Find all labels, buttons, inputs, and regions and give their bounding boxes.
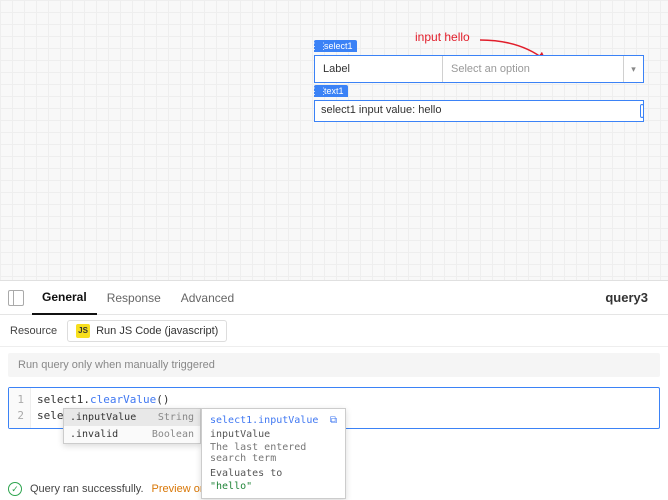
copy-icon[interactable]: ⧉	[330, 415, 337, 426]
doc-popover: select1.inputValue ⧉ inputValue The last…	[201, 408, 346, 499]
resize-handle[interactable]	[640, 104, 644, 118]
doc-type: inputValue	[210, 429, 337, 440]
select1-label: Label	[315, 56, 443, 82]
tab-response[interactable]: Response	[97, 281, 171, 315]
autocomplete-item[interactable]: .inputValue String	[64, 409, 200, 426]
tab-advanced[interactable]: Advanced	[171, 281, 244, 315]
drag-handle-icon: ⋮⋮	[316, 88, 322, 94]
panel-tabs: General Response Advanced query3	[0, 281, 668, 315]
component-tag-select1[interactable]: ⋮⋮ select1	[314, 40, 357, 52]
autocomplete-popover[interactable]: .inputValue String .invalid Boolean	[63, 408, 201, 444]
text1-component[interactable]: ⋮⋮ text1 select1 input value: hello	[314, 100, 644, 122]
js-icon: JS	[76, 324, 90, 338]
select1-input[interactable]: Select an option	[443, 56, 623, 82]
canvas-area[interactable]: input hello ⋮⋮ select1 Label Select an o…	[0, 0, 668, 280]
autocomplete-name: .invalid	[70, 429, 118, 440]
drag-handle-icon: ⋮⋮	[316, 43, 322, 49]
status-message: Query ran successfully.	[30, 483, 144, 495]
resource-label: Resource	[10, 325, 57, 337]
query-panel: General Response Advanced query3 Resourc…	[0, 280, 668, 500]
sidebar-toggle-icon[interactable]	[8, 290, 24, 306]
resource-selector[interactable]: JS Run JS Code (javascript)	[67, 320, 227, 342]
resource-row: Resource JS Run JS Code (javascript)	[0, 315, 668, 347]
component-tag-text1[interactable]: ⋮⋮ text1	[314, 85, 348, 97]
resource-name: Run JS Code (javascript)	[96, 325, 218, 337]
autocomplete-type: String	[158, 412, 194, 423]
doc-title: select1.inputValue	[210, 415, 318, 426]
annotation-text: input hello	[415, 30, 470, 44]
autocomplete-type: Boolean	[152, 429, 194, 440]
autocomplete-name: .inputValue	[70, 412, 136, 423]
doc-eval-value: "hello"	[210, 481, 337, 492]
trigger-note: Run query only when manually triggered	[8, 353, 660, 377]
chevron-down-icon[interactable]: ▾	[623, 56, 643, 82]
doc-eval-label: Evaluates to	[210, 468, 337, 479]
query-title[interactable]: query3	[605, 290, 660, 305]
gutter: 12	[9, 388, 31, 428]
check-icon: ✓	[8, 482, 22, 496]
text1-content: select1 input value: hello	[321, 104, 441, 116]
component-tag-label: select1	[324, 41, 353, 51]
select1-component[interactable]: ⋮⋮ select1 Label Select an option ▾	[314, 55, 644, 83]
doc-description: The last entered search term	[210, 442, 337, 464]
tab-general[interactable]: General	[32, 281, 97, 315]
autocomplete-item[interactable]: .invalid Boolean	[64, 426, 200, 443]
code-editor[interactable]: 12 select1.clearValue() select1.in .inpu…	[8, 387, 660, 429]
